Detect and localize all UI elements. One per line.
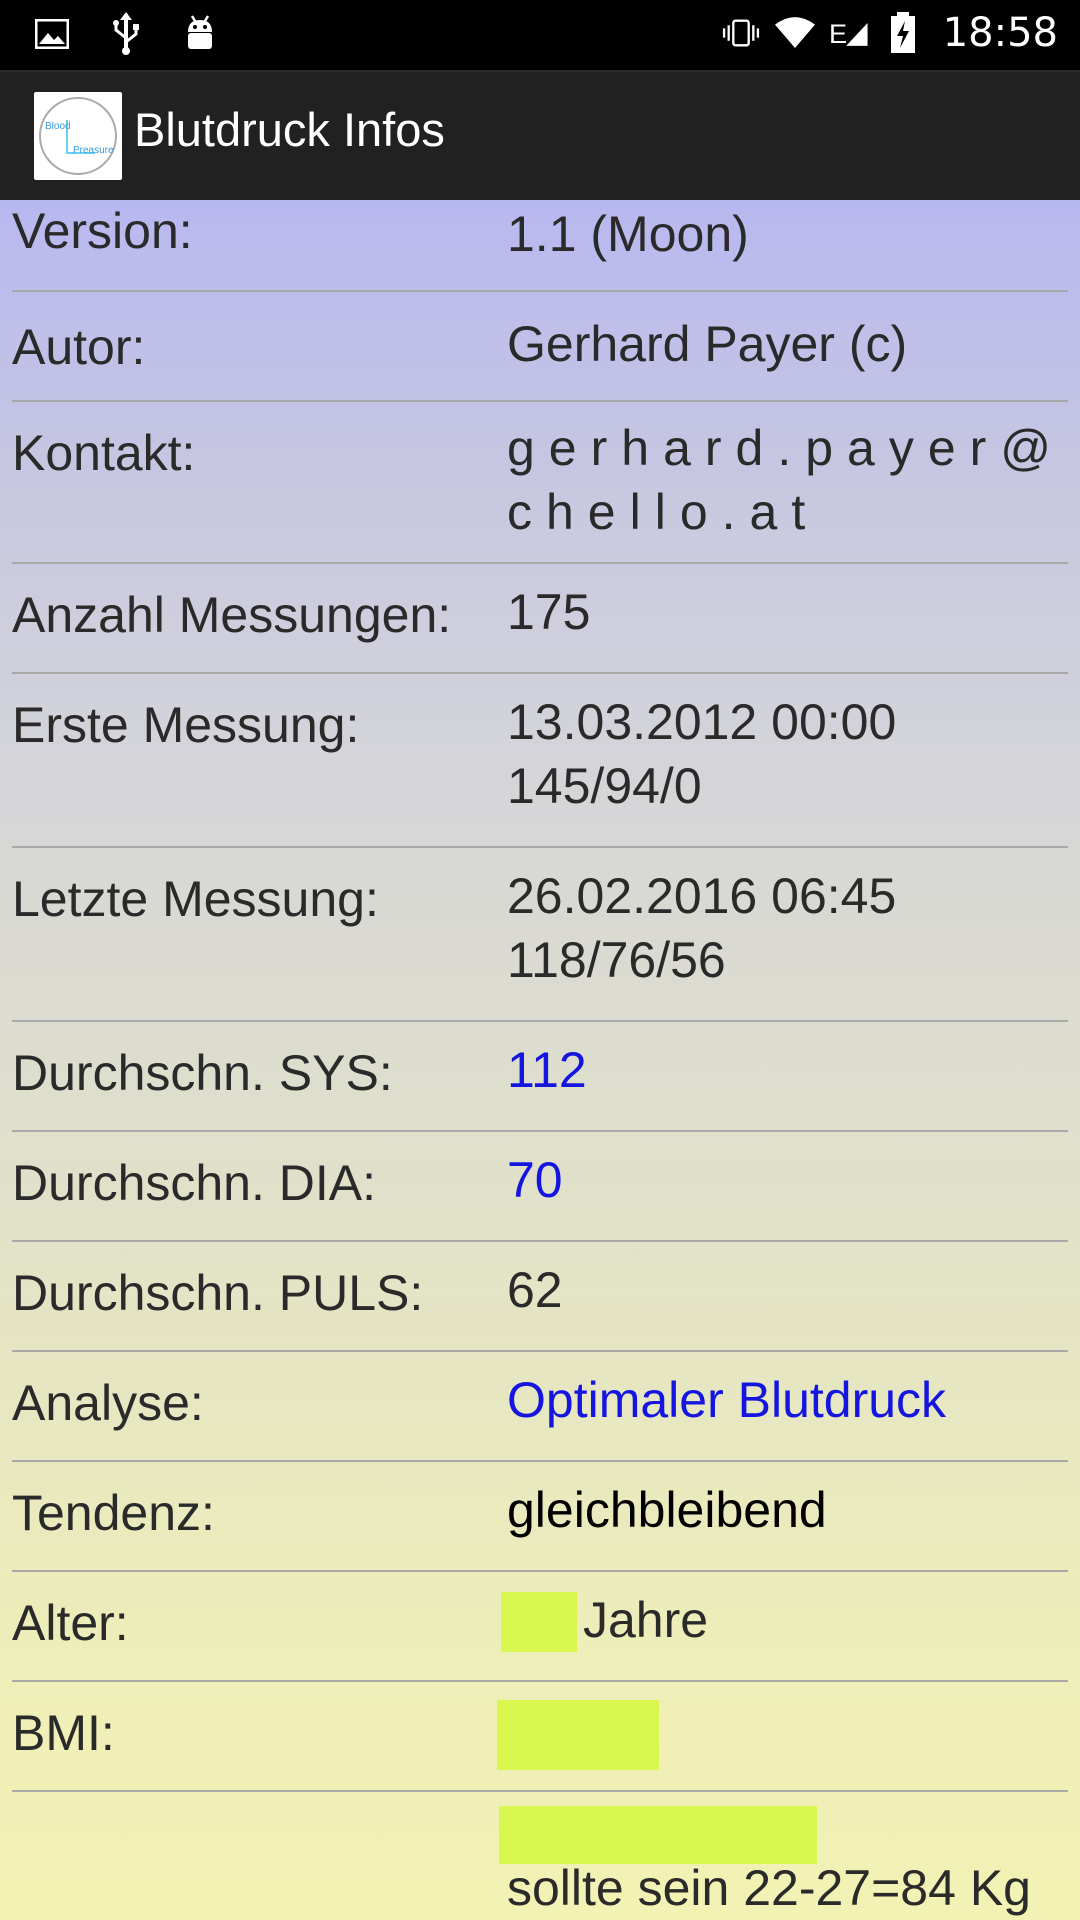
row-measurement-count: Anzahl Messungen: 175 — [12, 564, 1068, 674]
row-author: Autor: Gerhard Payer (c) — [12, 292, 1068, 402]
row-value: 175 — [507, 584, 591, 640]
svg-text:E: E — [829, 18, 847, 49]
row-label: Durchschn. DIA: — [12, 1155, 377, 1211]
age-unit: Jahre — [583, 1592, 709, 1648]
row-last-measurement: Letzte Messung: 26.02.2016 06:45 118/76/… — [12, 848, 1068, 1022]
target-weight-text: sollte sein 22-27=84 Kg — [507, 1860, 1031, 1916]
clock-time: 18:58 — [942, 10, 1058, 56]
battery-charging-icon — [883, 11, 923, 55]
row-label: BMI: — [12, 1705, 115, 1761]
action-bar: Blood Preasure Blutdruck Infos — [0, 70, 1080, 200]
row-trend: Tendenz: gleichbleibend — [12, 1462, 1068, 1572]
last-measurement-values: 118/76/56 — [507, 932, 726, 988]
row-avg-sys: Durchschn. SYS: 112 — [12, 1022, 1068, 1132]
row-analysis: Analyse: Optimaler Blutdruck — [12, 1352, 1068, 1462]
network-e-icon: E — [829, 11, 869, 55]
row-label: Durchschn. PULS: — [12, 1265, 424, 1321]
row-avg-dia: Durchschn. DIA: 70 — [12, 1132, 1068, 1242]
row-label — [12, 1792, 507, 1920]
row-label: Kontakt: — [12, 425, 196, 481]
contact-email-link[interactable]: gerhard.payer@chello.at — [507, 402, 1068, 562]
row-label: Autor: — [12, 319, 146, 375]
android-icon — [180, 12, 220, 56]
row-version: Version: 1.1 (Moon) — [12, 200, 1068, 292]
logo-text-preasure: Preasure — [73, 145, 114, 156]
avg-dia-value: 70 — [507, 1152, 563, 1208]
image-icon — [32, 12, 72, 56]
row-contact: Kontakt: gerhard.payer@chello.at — [12, 402, 1068, 564]
trend-value: gleichbleibend — [507, 1482, 827, 1538]
avg-sys-value: 112 — [507, 1042, 587, 1098]
vibrate-icon — [721, 11, 761, 55]
row-label: Anzahl Messungen: — [12, 587, 452, 643]
row-value: 13.03.2012 00:00 145/94/0 — [507, 674, 1068, 846]
redacted-bmi — [497, 1700, 659, 1770]
logo-text-blood: Blood — [45, 121, 71, 132]
row-value — [497, 1682, 1068, 1790]
row-value: 1.1 (Moon) — [507, 206, 749, 262]
row-label: Durchschn. SYS: — [12, 1045, 393, 1101]
avg-pulse-value: 62 — [507, 1262, 563, 1318]
analysis-value: Optimaler Blutdruck — [507, 1372, 947, 1428]
row-value: 26.02.2016 06:45 118/76/56 — [507, 848, 1068, 1020]
first-measurement-date: 13.03.2012 00:00 — [507, 694, 897, 750]
status-bar: E 18:58 — [0, 0, 1080, 70]
first-measurement-values: 145/94/0 — [507, 758, 702, 814]
row-label: Version: — [12, 203, 193, 259]
row-value: Jahre — [501, 1572, 1068, 1680]
info-list[interactable]: Version: 1.1 (Moon) Autor: Gerhard Payer… — [0, 200, 1080, 1920]
last-measurement-date: 26.02.2016 06:45 — [507, 868, 897, 924]
row-label: Alter: — [12, 1595, 129, 1651]
row-age: Alter: Jahre — [12, 1572, 1068, 1682]
redacted-age — [501, 1592, 577, 1652]
wifi-icon — [774, 11, 815, 55]
row-first-measurement: Erste Messung: 13.03.2012 00:00 145/94/0 — [12, 674, 1068, 848]
app-title: Blutdruck Infos — [134, 103, 445, 156]
row-label: Erste Messung: — [12, 697, 360, 753]
app-logo[interactable]: Blood Preasure — [34, 92, 122, 180]
row-label: Letzte Messung: — [12, 871, 379, 927]
row-label: Analyse: — [12, 1375, 204, 1431]
row-weight: sollte sein 22-27=84 Kg — [12, 1792, 1068, 1920]
row-label: Tendenz: — [12, 1485, 215, 1541]
row-value: sollte sein 22-27=84 Kg — [499, 1792, 1068, 1920]
row-bmi: BMI: — [12, 1682, 1068, 1792]
row-avg-pulse: Durchschn. PULS: 62 — [12, 1242, 1068, 1352]
row-value: Gerhard Payer (c) — [507, 316, 908, 372]
usb-icon — [106, 12, 146, 56]
